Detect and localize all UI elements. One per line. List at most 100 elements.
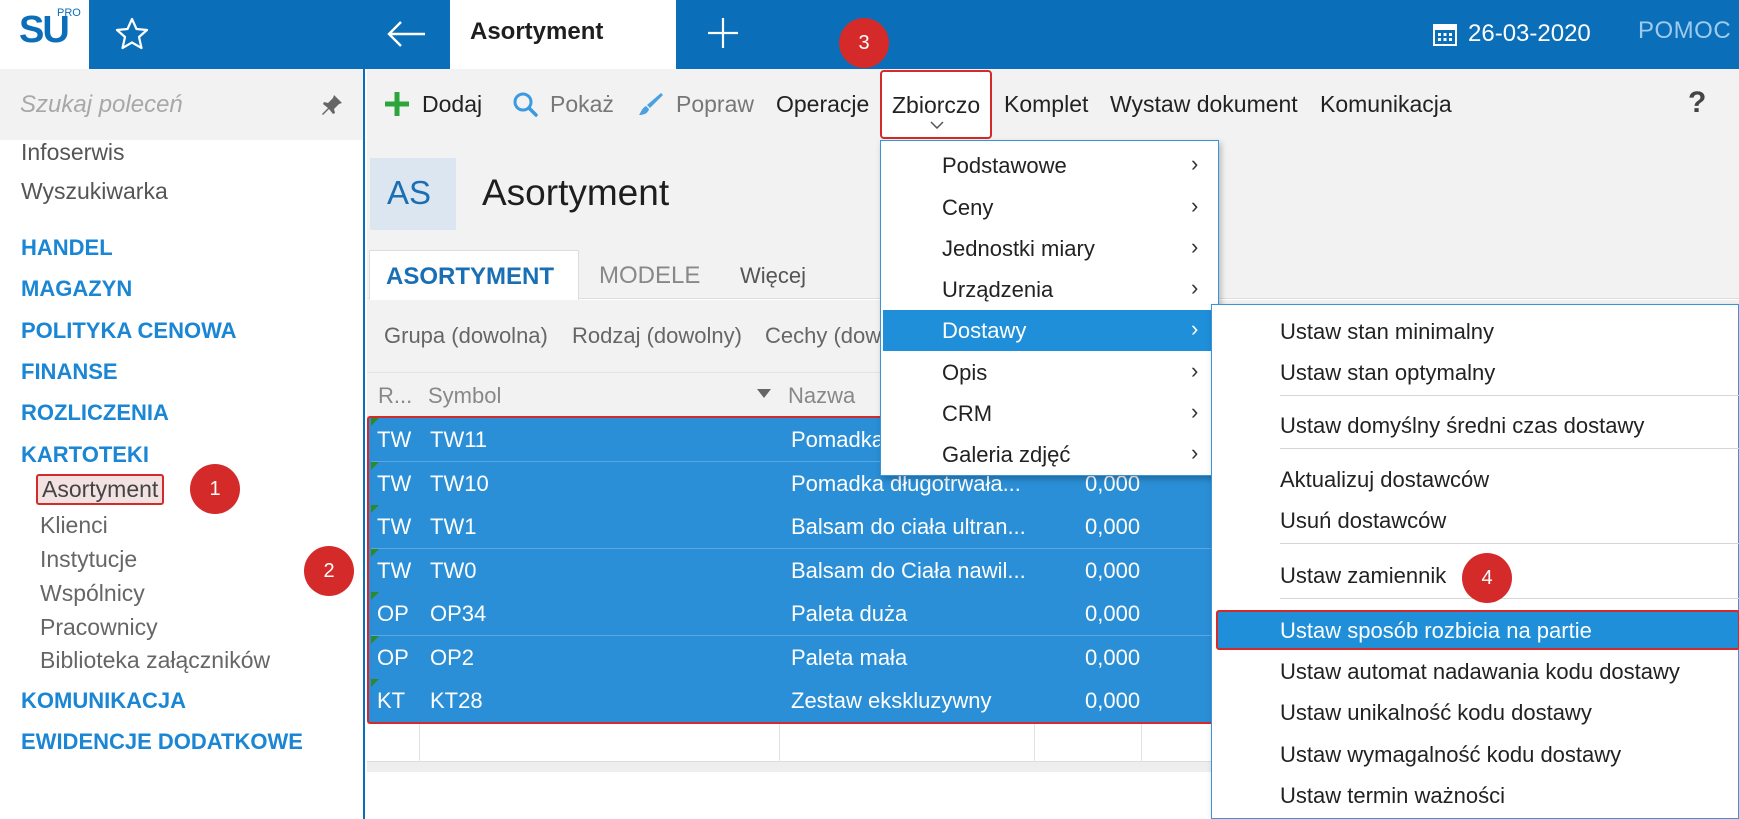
cell-symbol: OP34 [430,601,487,626]
cell-r: OP [377,645,409,670]
menu-item-unikalnosc-kodu[interactable]: Ustaw unikalność kodu dostawy [1280,700,1592,726]
filter-cechy[interactable]: Cechy (dow [765,323,881,349]
annotation-badge-3: 3 [839,18,889,68]
command-search [0,69,363,140]
row-marker [371,549,379,557]
table-row[interactable]: TW TW1 Balsam do ciała ultran... 0,000 [371,505,1245,548]
sidebar-item-asortyment[interactable]: Asortyment [36,474,165,505]
back-arrow-icon[interactable] [385,12,429,56]
cell-symbol: TW0 [430,558,477,583]
sidebar-section-rozliczenia[interactable]: ROZLICZENIA [21,400,169,426]
sidebar-section-komunikacja[interactable]: KOMUNIKACJA [21,688,186,714]
chevron-right-icon: › [1191,358,1199,383]
sidebar-item-wspolnicy[interactable]: Wspólnicy [40,580,145,607]
sidebar-section-ewidencje[interactable]: EWIDENCJE DODATKOWE [21,729,303,755]
pin-icon[interactable] [320,93,344,117]
menu-item-stan-minimalny[interactable]: Ustaw stan minimalny [1280,319,1494,345]
favorites-star-icon[interactable] [112,14,152,54]
table-row[interactable]: OP OP2 Paleta mała 0,000 [371,636,1245,679]
menu-item-usun-dostawcow[interactable]: Usuń dostawców [1280,508,1446,534]
new-tab-plus-icon[interactable] [703,13,743,53]
logo-sup: PRO [57,7,81,19]
tab-modele[interactable]: MODELE [599,262,700,290]
set-button[interactable]: Komplet [1004,89,1088,119]
cell-symbol: TW10 [430,471,489,496]
communication-label: Komunikacja [1320,90,1452,117]
sort-down-icon[interactable] [757,389,771,398]
menu-item-dostawy[interactable]: Dostawy › [883,310,1216,351]
date-display[interactable]: 26-03-2020 [1432,16,1591,52]
command-search-input[interactable] [20,87,300,123]
sidebar-item-instytucje[interactable]: Instytucje [40,546,137,573]
plus-icon [385,92,409,116]
show-button[interactable]: Pokaż [512,89,614,119]
cell-r: TW [377,471,412,496]
table-row[interactable]: KT KT28 Zestaw ekskluzywny 0,000 [371,679,1245,722]
tab-asortyment[interactable]: Asortyment [450,0,676,69]
menu-item-ceny[interactable]: Ceny › [883,187,1216,228]
menu-item-rozbicie-na-partie[interactable]: Ustaw sposób rozbicia na partie [1216,610,1739,650]
menu-item-stan-optymalny[interactable]: Ustaw stan optymalny [1280,360,1495,386]
cell-qty: 0,000 [1085,645,1141,670]
column-nazwa[interactable]: Nazwa [788,383,855,409]
menu-item-wymagalnosc-kodu[interactable]: Ustaw wymagalność kodu dostawy [1280,742,1621,768]
table-row[interactable]: OP OP34 Paleta duża 0,000 [371,592,1245,635]
horizontal-scrollbar[interactable] [367,762,1247,772]
menu-item-podstawowe[interactable]: Podstawowe › [883,145,1216,186]
sidebar-item-wyszukiwarka[interactable]: Wyszukiwarka [21,178,168,205]
table-row[interactable]: TW TW0 Balsam do Ciała nawil... 0,000 [371,549,1245,592]
tab-wiecej[interactable]: Więcej [740,263,806,289]
menu-item-jednostki-miary[interactable]: Jednostki miary › [883,228,1216,269]
communication-button[interactable]: Komunikacja [1320,89,1452,119]
issue-document-label: Wystaw dokument [1110,90,1298,117]
bulk-button[interactable]: Zbiorczo [880,70,992,139]
sidebar-section-magazyn[interactable]: MAGAZYN [21,276,132,302]
menu-item-zamiennik[interactable]: Ustaw zamiennik [1280,563,1446,589]
help-link[interactable]: POMOC [1638,17,1731,45]
row-marker [371,636,379,644]
sidebar-item-infoserwis[interactable]: Infoserwis [21,139,125,166]
operations-button[interactable]: Operacje [776,89,869,119]
cell-r: OP [377,601,409,626]
sidebar-item-biblioteka[interactable]: Biblioteka załączników [40,647,270,674]
issue-document-button[interactable]: Wystaw dokument [1110,89,1298,119]
cell-name: Paleta duża [791,601,908,626]
filter-grupa[interactable]: Grupa (dowolna) [384,323,548,349]
menu-item-termin-waznosci[interactable]: Ustaw termin ważności [1280,783,1505,809]
add-button[interactable]: Dodaj [384,89,482,119]
menu-item-urzadzenia[interactable]: Urządzenia › [883,269,1216,310]
menu-item-opis[interactable]: Opis › [883,352,1216,393]
chevron-right-icon: › [1191,316,1199,341]
sidebar-item-klienci[interactable]: Klienci [40,512,108,539]
edit-button[interactable]: Popraw [638,89,754,119]
menu-item-czas-dostawy[interactable]: Ustaw domyślny średni czas dostawy [1280,413,1644,439]
menu-item-automat-kodu[interactable]: Ustaw automat nadawania kodu dostawy [1280,659,1680,685]
sidebar-section-polityka-cenowa[interactable]: POLITYKA CENOWA [21,318,237,344]
sidebar-section-finanse[interactable]: FINANSE [21,359,118,385]
module-badge-text: AS [387,174,432,211]
row-marker [371,505,379,513]
menu-item-galeria[interactable]: Galeria zdjęć › [883,434,1216,475]
menu-item-crm[interactable]: CRM › [883,393,1216,434]
column-symbol[interactable]: Symbol [428,383,501,409]
sidebar-section-kartoteki[interactable]: KARTOTEKI [21,442,149,468]
sidebar-item-pracownicy[interactable]: Pracownicy [40,614,158,641]
annotation-badge-1: 1 [190,464,240,514]
chevron-right-icon: › [1191,151,1199,176]
sidebar-section-handel[interactable]: HANDEL [21,235,113,261]
filter-rodzaj[interactable]: Rodzaj (dowolny) [572,323,742,349]
cell-r: KT [377,688,406,713]
tab-title: Asortyment [470,18,604,45]
page-title: Asortyment [482,172,670,213]
menu-item-aktualizuj-dostawcow[interactable]: Aktualizuj dostawców [1280,467,1489,493]
row-marker [371,679,379,687]
set-label: Komplet [1004,90,1089,117]
tab-asortyment-list[interactable]: ASORTYMENT [369,250,579,300]
column-r[interactable]: R... [378,383,412,409]
cell-symbol: KT28 [430,688,483,713]
empty-row[interactable] [367,724,1247,762]
cell-name: Pomadka [791,427,884,452]
help-question-button[interactable]: ? [1688,86,1706,120]
add-label: Dodaj [422,90,483,117]
chevron-right-icon: › [1191,275,1199,300]
